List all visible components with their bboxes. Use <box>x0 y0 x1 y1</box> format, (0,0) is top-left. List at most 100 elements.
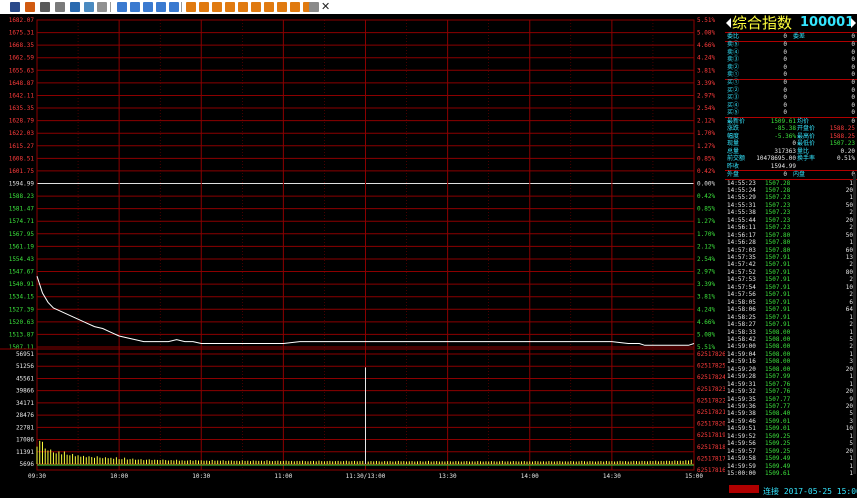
volume-axis-label: 56951 <box>16 351 34 358</box>
trade-time: 14:55:44 <box>727 216 756 224</box>
price-axis-label: 1675.31 <box>9 30 35 37</box>
trade-tick-row: 14:57:56 1507.91 2 <box>725 291 857 298</box>
price-axis-label: 1588.23 <box>9 193 35 200</box>
chart-icon[interactable] <box>70 2 80 12</box>
trade-tick-row: 14:59:28 1507.99 1 <box>725 373 857 380</box>
window5-icon[interactable] <box>169 2 179 12</box>
trade-time: 14:59:59 <box>727 462 756 470</box>
trade-price: 1508.00 <box>765 335 791 343</box>
trade-tick-row: 14:57:03 1507.80 60 <box>725 247 857 254</box>
order-value-2: 0 <box>851 48 855 56</box>
message-icon[interactable] <box>97 2 107 12</box>
note-icon[interactable] <box>55 2 65 12</box>
tool9-icon[interactable] <box>290 2 300 12</box>
trade-price: 1509.01 <box>765 425 791 433</box>
tool5-icon[interactable] <box>238 2 248 12</box>
trade-tick-row: 14:57:42 1507.91 2 <box>725 261 857 268</box>
tool6-icon[interactable] <box>251 2 261 12</box>
trade-time: 14:59:56 <box>727 440 756 448</box>
tool8-icon[interactable] <box>277 2 287 12</box>
close-icon[interactable]: ✕ <box>321 0 330 14</box>
trade-tick-row: 14:55:44 1507.23 20 <box>725 217 857 224</box>
order-label: 卖④ <box>727 48 740 56</box>
volume-right-axis-label: 62517821 <box>697 409 725 416</box>
price-axis-label: 1615.27 <box>9 143 35 150</box>
percent-axis-label: 4.66% <box>697 319 715 326</box>
trade-price: 1508.40 <box>765 410 791 418</box>
trade-price: 1507.28 <box>765 186 791 194</box>
next-symbol-icon[interactable] <box>851 18 856 28</box>
order-value: 0 <box>783 63 787 71</box>
trade-price: 1508.00 <box>765 365 791 373</box>
trade-price: 1507.91 <box>765 254 791 261</box>
trade-tick-row: 14:57:52 1507.91 80 <box>725 269 857 276</box>
refresh-icon[interactable] <box>25 2 35 12</box>
price-axis-label: 1655.63 <box>9 67 35 74</box>
quote-stat-row: 昨收 1594.99 <box>725 163 857 170</box>
trade-time: 14:59:52 <box>727 432 756 440</box>
trade-time: 14:59:32 <box>727 388 756 396</box>
chart-alt-icon[interactable] <box>84 2 94 12</box>
order-value: 0 <box>783 101 787 109</box>
tool2-icon[interactable] <box>199 2 209 12</box>
order-value: 0 <box>783 94 787 101</box>
home-icon[interactable] <box>10 2 20 12</box>
percent-axis-label: 2.12% <box>697 243 715 250</box>
trade-price: 1507.76 <box>765 388 791 396</box>
tool7-icon[interactable] <box>264 2 274 12</box>
window4-icon[interactable] <box>156 2 166 12</box>
stat-value-2: 1588.25 <box>829 132 855 140</box>
prev-symbol-icon[interactable] <box>726 18 731 28</box>
stack-icon[interactable] <box>40 2 50 12</box>
trade-price: 1509.25 <box>765 440 791 448</box>
panel-toggle-button[interactable] <box>729 485 759 493</box>
price-axis-label: 1648.87 <box>9 80 35 87</box>
trade-price: 1507.91 <box>765 321 791 329</box>
percent-axis-label: 2.12% <box>697 118 715 125</box>
trade-price: 1509.49 <box>765 455 791 463</box>
tool4-icon[interactable] <box>225 2 235 12</box>
trade-volume: 20 <box>845 388 853 396</box>
order-label: 买① <box>727 79 740 86</box>
trade-tick-row: 14:59:32 1507.76 20 <box>725 388 857 395</box>
tool1-icon[interactable] <box>186 2 196 12</box>
trade-price: 1507.23 <box>765 216 791 224</box>
trade-tick-row: 14:58:27 1507.91 2 <box>725 321 857 328</box>
price-axis-label: 1608.51 <box>9 155 35 162</box>
volume-axis-label: 11391 <box>16 449 34 456</box>
trade-tick-row: 14:57:35 1507.91 13 <box>725 254 857 261</box>
trade-price: 1507.23 <box>765 209 791 217</box>
stat-value: -5.36% <box>774 132 796 140</box>
edit-icon[interactable] <box>309 2 319 12</box>
trade-time: 14:57:35 <box>727 254 756 261</box>
outer-inner-row: 外盘0内盘0 <box>725 171 857 178</box>
stat-label: 幅度 <box>727 132 740 140</box>
stat-value: 0 <box>792 140 796 147</box>
price-axis-label: 1594.99 <box>9 181 35 188</box>
window1-icon[interactable] <box>117 2 127 12</box>
quote-stat-row: 最新价 1509.61 均价 0 <box>725 118 857 125</box>
order-value-2: 0 <box>851 56 855 63</box>
trade-time: 14:55:31 <box>727 201 756 209</box>
order-value: 0 <box>783 79 787 86</box>
window2-icon[interactable] <box>130 2 140 12</box>
time-axis-label: 10:00 <box>110 473 128 480</box>
trade-time: 14:57:54 <box>727 283 756 291</box>
stat-value: 10478695.00 <box>756 155 796 162</box>
order-label: 卖⑤ <box>727 41 740 48</box>
trade-tick-row: 14:59:04 1508.00 1 <box>725 351 857 358</box>
trade-tick-row: 14:56:11 1507.23 2 <box>725 224 857 231</box>
window3-icon[interactable] <box>143 2 153 12</box>
volume-axis-label: 34171 <box>16 400 34 407</box>
tool3-icon[interactable] <box>212 2 222 12</box>
trade-tick-row: 14:59:46 1509.01 3 <box>725 418 857 425</box>
trades-scrollbar[interactable] <box>853 174 856 474</box>
trade-tick-row: 14:59:00 1508.00 2 <box>725 343 857 350</box>
trade-time: 14:57:03 <box>727 246 756 254</box>
order-label: 卖③ <box>727 56 740 63</box>
trade-price: 1507.91 <box>765 306 791 314</box>
order-label: 买④ <box>727 101 740 109</box>
trade-tick-row: 14:55:29 1507.23 1 <box>725 194 857 201</box>
percent-axis-label: 3.39% <box>697 281 715 288</box>
trade-tick-row: 14:59:51 1509.01 10 <box>725 425 857 432</box>
